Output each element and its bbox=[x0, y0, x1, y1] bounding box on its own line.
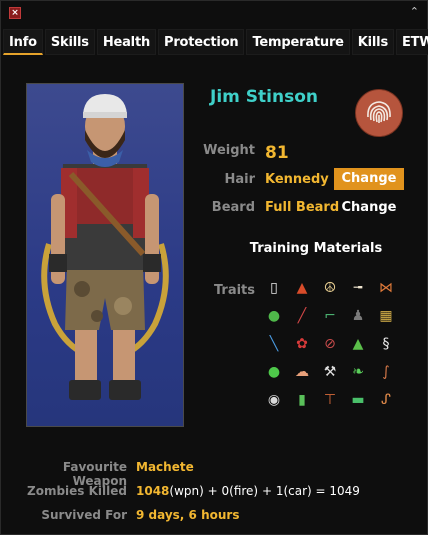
zombies-car-tag: (car) bbox=[283, 484, 312, 498]
fingerprint-icon bbox=[355, 89, 403, 137]
tab-etw[interactable]: ETW bbox=[395, 29, 428, 55]
trait-ear-icon[interactable]: ∫ bbox=[375, 361, 397, 383]
trait-swan-icon[interactable]: § bbox=[375, 333, 397, 355]
trait-wrench-icon[interactable]: ╲ bbox=[263, 333, 285, 355]
trait-tape-icon[interactable]: ◉ bbox=[263, 389, 285, 411]
character-info-window: × ⌃ Info Skills Health Protection Temper… bbox=[0, 0, 428, 535]
tab-skills[interactable]: Skills bbox=[44, 29, 95, 55]
trait-axe-icon[interactable]: ⊤ bbox=[319, 389, 341, 411]
trait-leaf-icon[interactable]: ❧ bbox=[347, 361, 369, 383]
traits-grid: ▯ ▲ ☮ ╼ ⋈ ● ╱ ⌐ ♟ ▦ ╲ ✿ ⊘ ▲ § ● ☁ ⚒ ❧ ∫ ◉ ▮ ⊤ ▬ ᔑ bbox=[263, 277, 397, 411]
zombies-weapon-count: 1048 bbox=[136, 484, 170, 498]
character-avatar-illustration bbox=[41, 94, 169, 400]
zombies-killed-value: 1048(wpn) + 0(fire) + 1(car) = 1049 bbox=[136, 484, 360, 498]
beard-label: Beard bbox=[211, 200, 255, 215]
weight-label: Weight bbox=[203, 143, 255, 158]
zombies-killed-label: Zombies Killed bbox=[27, 484, 127, 498]
trait-book-icon[interactable]: ▮ bbox=[291, 389, 313, 411]
weight-value: 81 bbox=[265, 143, 289, 163]
trait-hammer-icon[interactable]: ⚒ bbox=[319, 361, 341, 383]
beard-value: Full Beard bbox=[265, 200, 340, 215]
zombies-fire-tag: (fire) bbox=[229, 484, 259, 498]
tab-bar: Info Skills Health Protection Temperatur… bbox=[3, 29, 428, 57]
equals-sign: = bbox=[311, 484, 330, 498]
trait-stomach-icon[interactable]: ● bbox=[263, 305, 285, 327]
tab-protection[interactable]: Protection bbox=[158, 29, 245, 55]
trait-strong-icon[interactable]: ᔑ bbox=[375, 389, 397, 411]
character-name: Jim Stinson bbox=[210, 87, 318, 107]
tab-kills[interactable]: Kills bbox=[351, 29, 394, 55]
trait-map-icon[interactable]: ▦ bbox=[375, 305, 397, 327]
trait-fire-icon[interactable]: ▲ bbox=[291, 277, 313, 299]
training-materials-heading: Training Materials bbox=[249, 241, 383, 256]
hair-value: Kennedy bbox=[265, 172, 329, 187]
trait-bow-icon[interactable]: ⋈ bbox=[375, 277, 397, 299]
trait-cigarette-icon[interactable]: ╼ bbox=[347, 277, 369, 299]
survived-for-value: 9 days, 6 hours bbox=[136, 508, 240, 522]
change-beard-button[interactable]: Change bbox=[334, 197, 404, 219]
tab-info[interactable]: Info bbox=[3, 29, 43, 55]
hair-label: Hair bbox=[224, 172, 255, 187]
trait-camp-icon[interactable]: ▲ bbox=[347, 333, 369, 355]
change-hair-button[interactable]: Change bbox=[334, 168, 404, 190]
tab-health[interactable]: Health bbox=[96, 29, 157, 55]
traits-label: Traits bbox=[213, 283, 255, 298]
trait-apple-icon[interactable]: ● bbox=[263, 361, 285, 383]
trait-brain-icon[interactable]: ☁ bbox=[291, 361, 313, 383]
trait-needle-icon[interactable]: ╱ bbox=[291, 305, 313, 327]
survived-for-label: Survived For bbox=[41, 508, 127, 522]
zombies-fire-count: 0 bbox=[221, 484, 230, 498]
collapse-icon[interactable]: ⌃ bbox=[410, 5, 419, 18]
trait-peace-icon[interactable]: ☮ bbox=[319, 277, 341, 299]
plus-sign: + bbox=[258, 484, 276, 498]
trait-rose-icon[interactable]: ✿ bbox=[291, 333, 313, 355]
tab-temperature[interactable]: Temperature bbox=[246, 29, 350, 55]
character-portrait bbox=[26, 83, 184, 427]
trait-no-tools-icon[interactable]: ⊘ bbox=[319, 333, 341, 355]
close-icon[interactable]: × bbox=[9, 7, 21, 19]
trait-fishing-icon[interactable]: ⌐ bbox=[319, 305, 341, 327]
trait-ghost-icon[interactable]: ♟ bbox=[347, 305, 369, 327]
trait-money-icon[interactable]: ▬ bbox=[347, 389, 369, 411]
plus-sign: + bbox=[203, 484, 222, 498]
favourite-weapon-value: Machete bbox=[136, 460, 194, 474]
trait-bed-icon[interactable]: ▯ bbox=[263, 277, 285, 299]
zombies-weapon-tag: (wpn) bbox=[169, 484, 204, 498]
zombies-total: 1049 bbox=[329, 484, 360, 498]
